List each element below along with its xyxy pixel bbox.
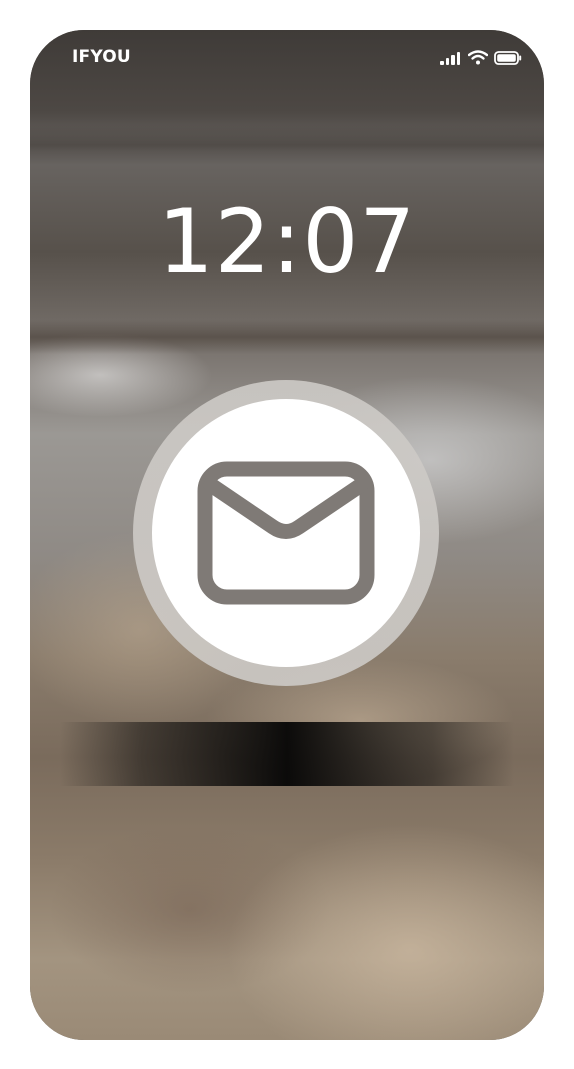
battery-icon [494,50,522,65]
wifi-icon [468,50,488,65]
wallpaper-detail [30,320,544,354]
signal-bars-icon [440,51,462,65]
lock-screen-clock: 12:07 [157,190,417,293]
status-icons [440,50,522,65]
mail-notification-button[interactable] [152,399,420,667]
mail-icon [197,461,375,605]
status-bar: IFYOU [30,30,544,86]
shadow-band [60,722,514,786]
wallpaper-detail [30,125,544,165]
notification-ring [133,380,439,686]
carrier-name: IFYOU [72,47,131,67]
phone-frame: IFYOU 12:07 [30,30,544,1040]
